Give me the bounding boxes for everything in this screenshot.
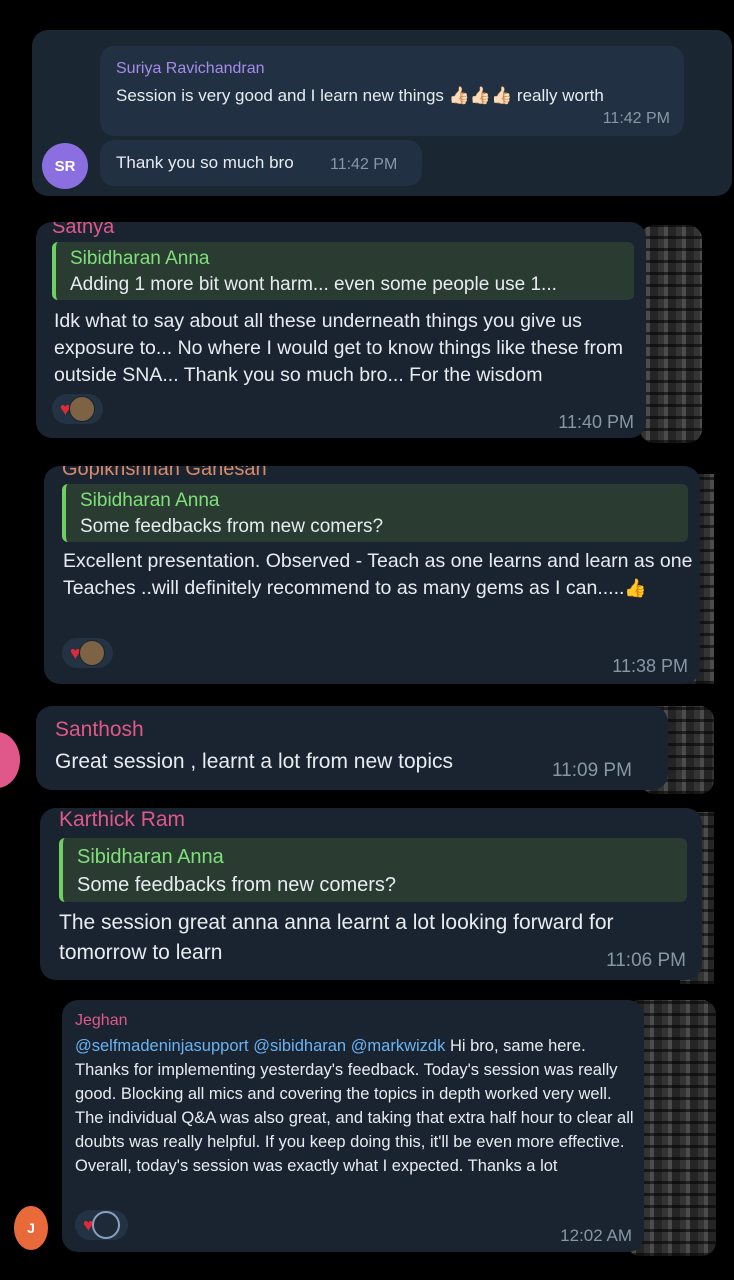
nested-sender-name: Suriya Ravichandran bbox=[116, 60, 265, 77]
reply-text: Some feedbacks from new comers? bbox=[77, 874, 397, 896]
mention-link[interactable]: @sibidharan bbox=[253, 1037, 346, 1055]
timestamp: 11:40 PM bbox=[558, 412, 634, 432]
reactions[interactable]: ♥ bbox=[62, 638, 113, 668]
reactions[interactable]: ♥ bbox=[75, 1210, 128, 1240]
mention-link[interactable]: @selfmadeninjasupport bbox=[75, 1037, 249, 1055]
sender-name: Sathya bbox=[52, 222, 115, 238]
avatar-jeghan[interactable]: J bbox=[14, 1206, 48, 1250]
sender-name: Jeghan bbox=[75, 1012, 128, 1029]
message-text: @selfmadeninjasupport @sibidharan @markw… bbox=[75, 1037, 634, 1175]
message-card-karthick[interactable]: Karthick Ram Sibidharan Anna Some feedba… bbox=[40, 808, 702, 980]
nested-timestamp: 11:42 PM bbox=[602, 110, 670, 127]
thumbs-up-icon: 👍🏻👍🏻👍🏻 bbox=[448, 86, 513, 105]
reply-author: Sibidharan Anna bbox=[70, 248, 210, 269]
sender-name: Santhosh bbox=[55, 718, 144, 741]
thanks-bubble[interactable]: Thank you so much bro 11:42 PM bbox=[100, 140, 422, 186]
timestamp: 12:02 AM bbox=[560, 1226, 632, 1245]
message-text: Great session , learnt a lot from new to… bbox=[55, 750, 454, 773]
message-card-jeghan[interactable]: Jeghan @selfmadeninjasupport @sibidharan… bbox=[62, 1000, 644, 1252]
timestamp: 11:38 PM bbox=[612, 656, 688, 676]
reply-text: Adding 1 more bit wont harm... even some… bbox=[70, 274, 557, 295]
message-text: Excellent presentation. Observed - Teach… bbox=[63, 548, 693, 602]
background-texture bbox=[640, 225, 702, 443]
message-card-gopikrishnan[interactable]: Gopikrishnan Ganesan Sibidharan Anna Som… bbox=[44, 466, 700, 684]
avatar-sr[interactable]: SR bbox=[42, 143, 88, 189]
reply-quote[interactable]: Sibidharan Anna Some feedbacks from new … bbox=[62, 484, 688, 542]
message-text: Thank you so much bro bbox=[116, 153, 294, 172]
reply-text: Some feedbacks from new comers? bbox=[80, 516, 384, 537]
reply-author: Sibidharan Anna bbox=[80, 490, 220, 511]
reaction-avatar bbox=[78, 640, 105, 666]
message-text: The session great anna anna learnt a lot… bbox=[59, 911, 614, 964]
sender-name: Gopikrishnan Ganesan bbox=[62, 466, 267, 480]
timestamp: 11:06 PM bbox=[606, 950, 686, 971]
reply-author: Sibidharan Anna bbox=[77, 846, 224, 868]
nested-message-text: Session is very good and I learn new thi… bbox=[116, 86, 604, 105]
timestamp: 11:42 PM bbox=[330, 156, 398, 173]
thumbs-up-icon: 👍 bbox=[624, 578, 647, 598]
nested-message: Suriya Ravichandran Session is very good… bbox=[100, 46, 684, 136]
reply-quote[interactable]: Sibidharan Anna Adding 1 more bit wont h… bbox=[52, 242, 634, 300]
message-text: Idk what to say about all these undernea… bbox=[54, 310, 624, 386]
message-card-sathya[interactable]: Sathya Sibidharan Anna Adding 1 more bit… bbox=[36, 222, 646, 438]
reply-quote[interactable]: Sibidharan Anna Some feedbacks from new … bbox=[59, 838, 687, 902]
message-card-suriya[interactable]: Suriya Ravichandran Session is very good… bbox=[32, 30, 732, 196]
sender-name: Karthick Ram bbox=[59, 808, 186, 831]
reaction-avatar bbox=[68, 396, 95, 422]
message-card-santhosh[interactable]: Santhosh Great session , learnt a lot fr… bbox=[36, 706, 668, 790]
reactions[interactable]: ♥ bbox=[52, 394, 103, 424]
mention-link[interactable]: @markwizdk bbox=[351, 1037, 446, 1055]
reaction-avatar bbox=[91, 1211, 120, 1239]
timestamp: 11:09 PM bbox=[552, 760, 632, 781]
avatar-santhosh[interactable] bbox=[0, 732, 20, 788]
